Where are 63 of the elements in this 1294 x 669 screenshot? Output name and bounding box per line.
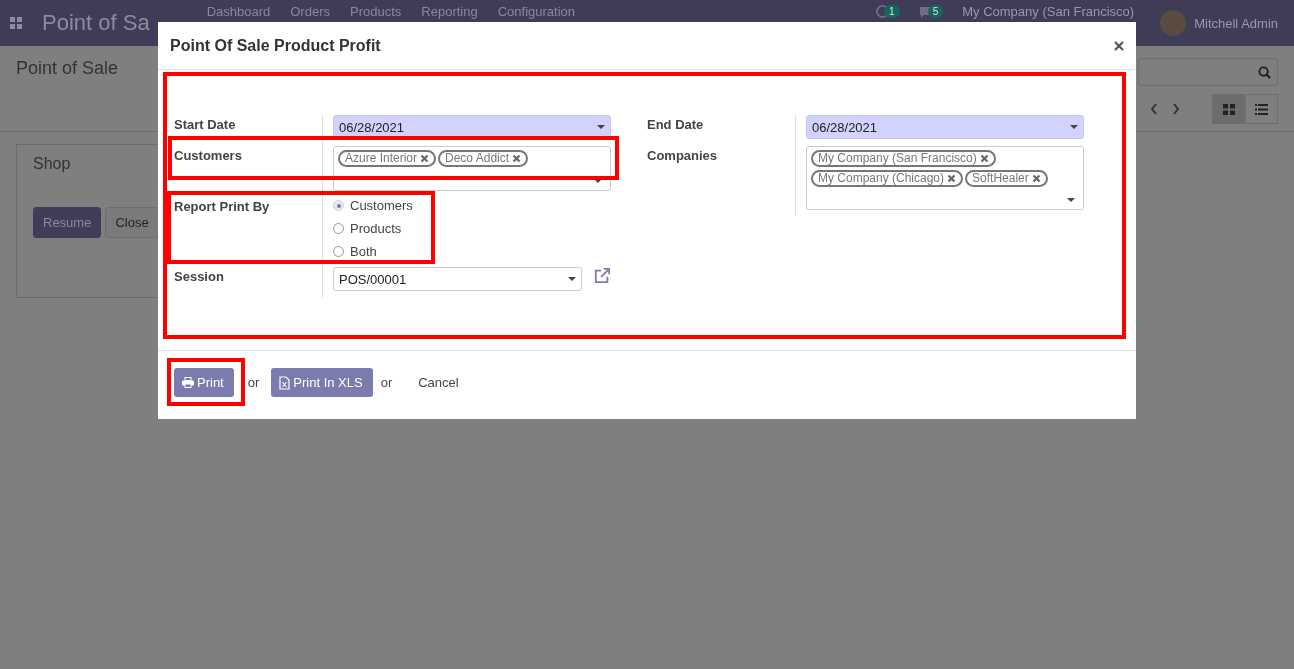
- resume-button[interactable]: Resume: [33, 207, 102, 238]
- close-icon[interactable]: [1114, 40, 1124, 51]
- tag: My Company (San Francisco): [811, 150, 996, 167]
- field-label: Session: [174, 267, 323, 298]
- printer-icon: [182, 377, 194, 388]
- radio-label[interactable]: Customers: [350, 198, 413, 213]
- next-icon[interactable]: [1172, 103, 1180, 115]
- remove-icon[interactable]: [420, 154, 430, 163]
- or-text: or: [247, 375, 260, 390]
- remove-icon[interactable]: [512, 154, 522, 163]
- print-xls-button[interactable]: Print In XLS: [271, 368, 373, 397]
- caret-icon: [597, 125, 605, 129]
- search-icon[interactable]: [1258, 65, 1271, 79]
- tag: My Company (Chicago): [811, 170, 964, 187]
- print-button[interactable]: Print: [174, 368, 234, 397]
- tag: SoftHealer: [965, 170, 1048, 187]
- caret-icon: [594, 179, 602, 183]
- close-button[interactable]: Close: [105, 207, 159, 238]
- app-title: Point of Sa: [42, 10, 150, 36]
- field-label: Report Print By: [174, 197, 323, 267]
- tag: Deco Addict: [438, 150, 529, 167]
- dialog-title: Point Of Sale Product Profit: [170, 36, 381, 55]
- remove-icon[interactable]: [947, 174, 957, 183]
- search-field[interactable]: [1138, 58, 1278, 86]
- tags-field[interactable]: My Company (San Francisco) My Company (Chicago) SoftHealer: [806, 146, 1084, 210]
- tag: Azure Interior: [338, 150, 437, 167]
- field-label: Start Date: [174, 115, 323, 146]
- breadcrumb: Point of Sale: [16, 58, 119, 80]
- external-link-icon[interactable]: [594, 267, 611, 284]
- dropdown-field[interactable]: POS/00001: [333, 267, 583, 291]
- apps-grid-icon[interactable]: [10, 17, 22, 29]
- view-toggle[interactable]: [1245, 94, 1278, 124]
- file-icon: [279, 375, 291, 390]
- cancel-link[interactable]: Cancel: [418, 375, 459, 390]
- field-label: End Date: [647, 115, 796, 146]
- or-text: or: [380, 375, 393, 390]
- previous-icon[interactable]: [1150, 103, 1158, 115]
- caret-icon: [568, 277, 577, 281]
- field-label: Companies: [647, 146, 796, 216]
- radio-label[interactable]: Both: [350, 244, 377, 259]
- date-field[interactable]: 06/28/2021: [333, 115, 611, 139]
- caret-icon: [1070, 125, 1078, 129]
- card-title: Shop: [33, 155, 71, 173]
- company-switcher[interactable]: My Company (San Francisco): [962, 4, 1135, 19]
- caret-icon: [1067, 198, 1075, 202]
- menu-item[interactable]: Dashboard: [206, 4, 271, 19]
- radio-label[interactable]: Products: [350, 221, 402, 236]
- view-toggle[interactable]: [1212, 94, 1245, 124]
- grid-icon: [1222, 103, 1235, 115]
- menu-item[interactable]: Configuration: [497, 4, 575, 19]
- activity-count: 1: [884, 5, 900, 18]
- menu-item[interactable]: Reporting: [421, 4, 478, 19]
- date-field[interactable]: 06/28/2021: [806, 115, 1084, 139]
- list-icon: [1255, 103, 1268, 115]
- menu-item[interactable]: Orders: [290, 4, 330, 19]
- message-count: 5: [927, 5, 944, 18]
- remove-icon[interactable]: [979, 154, 989, 163]
- user-name[interactable]: Mitchell Admin: [1194, 15, 1278, 31]
- menu-item[interactable]: Products: [350, 4, 402, 19]
- tags-field[interactable]: Azure Interior Deco Addict: [333, 146, 611, 191]
- remove-icon[interactable]: [1031, 174, 1041, 183]
- radio-button[interactable]: [333, 200, 344, 211]
- field-label: Customers: [174, 146, 323, 197]
